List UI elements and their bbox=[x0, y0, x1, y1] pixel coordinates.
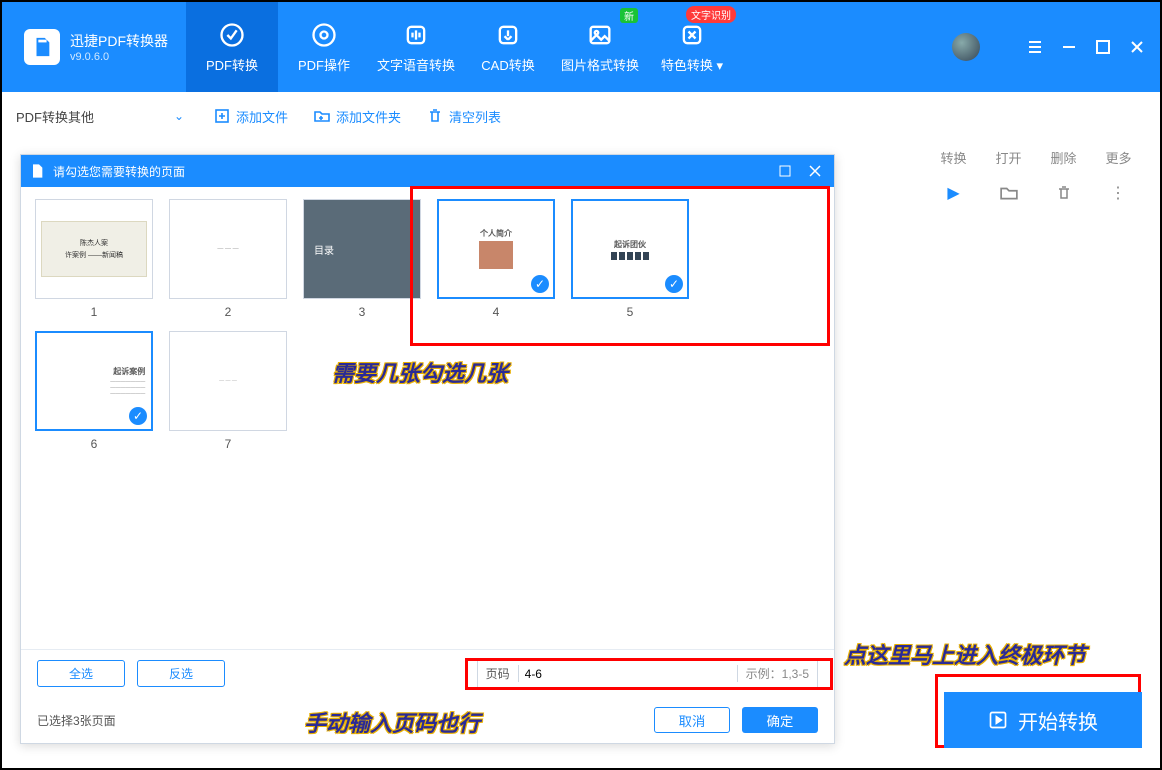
tab-special-convert[interactable]: 文字识别 特色转换 ▾ bbox=[646, 2, 738, 92]
file-action-column: 转换 打开 删除 更多 ▶ ⋮ bbox=[926, 148, 1146, 203]
avatar[interactable] bbox=[952, 33, 980, 61]
tab-pdf-operate[interactable]: PDF操作 bbox=[278, 2, 370, 92]
header-right bbox=[952, 2, 1160, 92]
clear-list-button[interactable]: 清空列表 bbox=[427, 107, 501, 126]
page-number: 7 bbox=[225, 437, 232, 451]
new-badge: 新 bbox=[620, 8, 638, 23]
col-delete: 删除 bbox=[1050, 148, 1076, 167]
tab-label: PDF操作 bbox=[298, 55, 350, 74]
select-all-button[interactable]: 全选 bbox=[37, 660, 125, 687]
dialog-close-icon[interactable] bbox=[804, 160, 826, 182]
col-more: 更多 bbox=[1105, 148, 1131, 167]
app-logo-icon bbox=[29, 163, 45, 179]
tab-pdf-convert[interactable]: PDF转换 bbox=[186, 2, 278, 92]
annotation-2: 手动输入页码也行 bbox=[304, 706, 480, 738]
sidebar-title: PDF转换其他 bbox=[16, 107, 94, 126]
tab-label: PDF转换 bbox=[206, 55, 258, 74]
dialog-maximize-icon[interactable] bbox=[774, 160, 796, 182]
tab-cad-convert[interactable]: CAD转换 bbox=[462, 2, 554, 92]
annotation-1: 需要几张勾选几张 bbox=[332, 356, 508, 388]
chevron-down-icon: ⌄ bbox=[174, 109, 184, 123]
page-number: 1 bbox=[91, 305, 98, 319]
cancel-button[interactable]: 取消 bbox=[654, 707, 730, 733]
annotation-frame-1 bbox=[410, 186, 830, 346]
main-tabs: PDF转换 PDF操作 文字语音转换 CAD转换 新 图片格式转换 文字识别 特… bbox=[186, 2, 738, 92]
dialog-titlebar: 请勾选您需要转换的页面 bbox=[21, 155, 834, 187]
page-number: 2 bbox=[225, 305, 232, 319]
start-convert-label: 开始转换 bbox=[1018, 706, 1098, 735]
ok-button[interactable]: 确定 bbox=[742, 707, 818, 733]
minimize-icon[interactable] bbox=[1060, 38, 1078, 56]
app-logo-area: 迅捷PDF转换器 v9.0.6.0 bbox=[2, 2, 186, 92]
close-icon[interactable] bbox=[1128, 38, 1146, 56]
row-convert-icon[interactable]: ▶ bbox=[944, 183, 964, 203]
row-more-icon[interactable]: ⋮ bbox=[1109, 183, 1129, 203]
tab-label: 特色转换 bbox=[661, 58, 713, 73]
add-file-button[interactable]: 添加文件 bbox=[214, 107, 288, 126]
page-thumb-1[interactable]: 陈杰人案许案例 ——新闻稿 bbox=[35, 199, 153, 299]
app-version: v9.0.6.0 bbox=[70, 51, 168, 63]
col-open: 打开 bbox=[995, 148, 1021, 167]
menu-icon[interactable] bbox=[1026, 38, 1044, 56]
page-thumb-7[interactable]: — — — bbox=[169, 331, 287, 431]
sub-toolbar: PDF转换其他 ⌄ 添加文件 添加文件夹 清空列表 bbox=[2, 92, 1160, 140]
page-thumb-2[interactable]: — — — bbox=[169, 199, 287, 299]
ocr-badge: 文字识别 bbox=[686, 6, 736, 23]
play-icon bbox=[988, 710, 1008, 730]
tab-image-convert[interactable]: 新 图片格式转换 bbox=[554, 2, 646, 92]
start-convert-button[interactable]: 开始转换 bbox=[944, 692, 1142, 748]
page-number: 3 bbox=[359, 305, 366, 319]
check-icon: ✓ bbox=[129, 407, 147, 425]
page-thumb-3[interactable]: 目录 bbox=[303, 199, 421, 299]
row-open-icon[interactable] bbox=[999, 183, 1019, 203]
add-folder-button[interactable]: 添加文件夹 bbox=[314, 107, 401, 126]
page-thumb-6[interactable]: 起诉案例————————————————————— ✓ bbox=[35, 331, 153, 431]
invert-select-button[interactable]: 反选 bbox=[137, 660, 225, 687]
maximize-icon[interactable] bbox=[1094, 38, 1112, 56]
page-number: 6 bbox=[91, 437, 98, 451]
tab-label: 图片格式转换 bbox=[561, 55, 639, 74]
annotation-3: 点这里马上进入终极环节 bbox=[844, 638, 1086, 670]
chevron-down-icon: ▾ bbox=[717, 58, 724, 73]
tab-label: 文字语音转换 bbox=[377, 55, 455, 74]
tab-label: CAD转换 bbox=[481, 55, 534, 74]
sidebar-header[interactable]: PDF转换其他 ⌄ bbox=[16, 107, 194, 126]
tab-text-voice[interactable]: 文字语音转换 bbox=[370, 2, 462, 92]
app-name: 迅捷PDF转换器 bbox=[70, 31, 168, 51]
col-convert: 转换 bbox=[940, 148, 966, 167]
title-bar: 迅捷PDF转换器 v9.0.6.0 PDF转换 PDF操作 文字语音转换 CAD… bbox=[2, 2, 1160, 92]
annotation-frame-2 bbox=[465, 658, 833, 690]
dialog-title: 请勾选您需要转换的页面 bbox=[53, 163, 185, 180]
selection-status: 已选择3张页面 bbox=[37, 712, 116, 729]
app-logo-icon bbox=[24, 29, 60, 65]
row-delete-icon[interactable] bbox=[1054, 183, 1074, 203]
